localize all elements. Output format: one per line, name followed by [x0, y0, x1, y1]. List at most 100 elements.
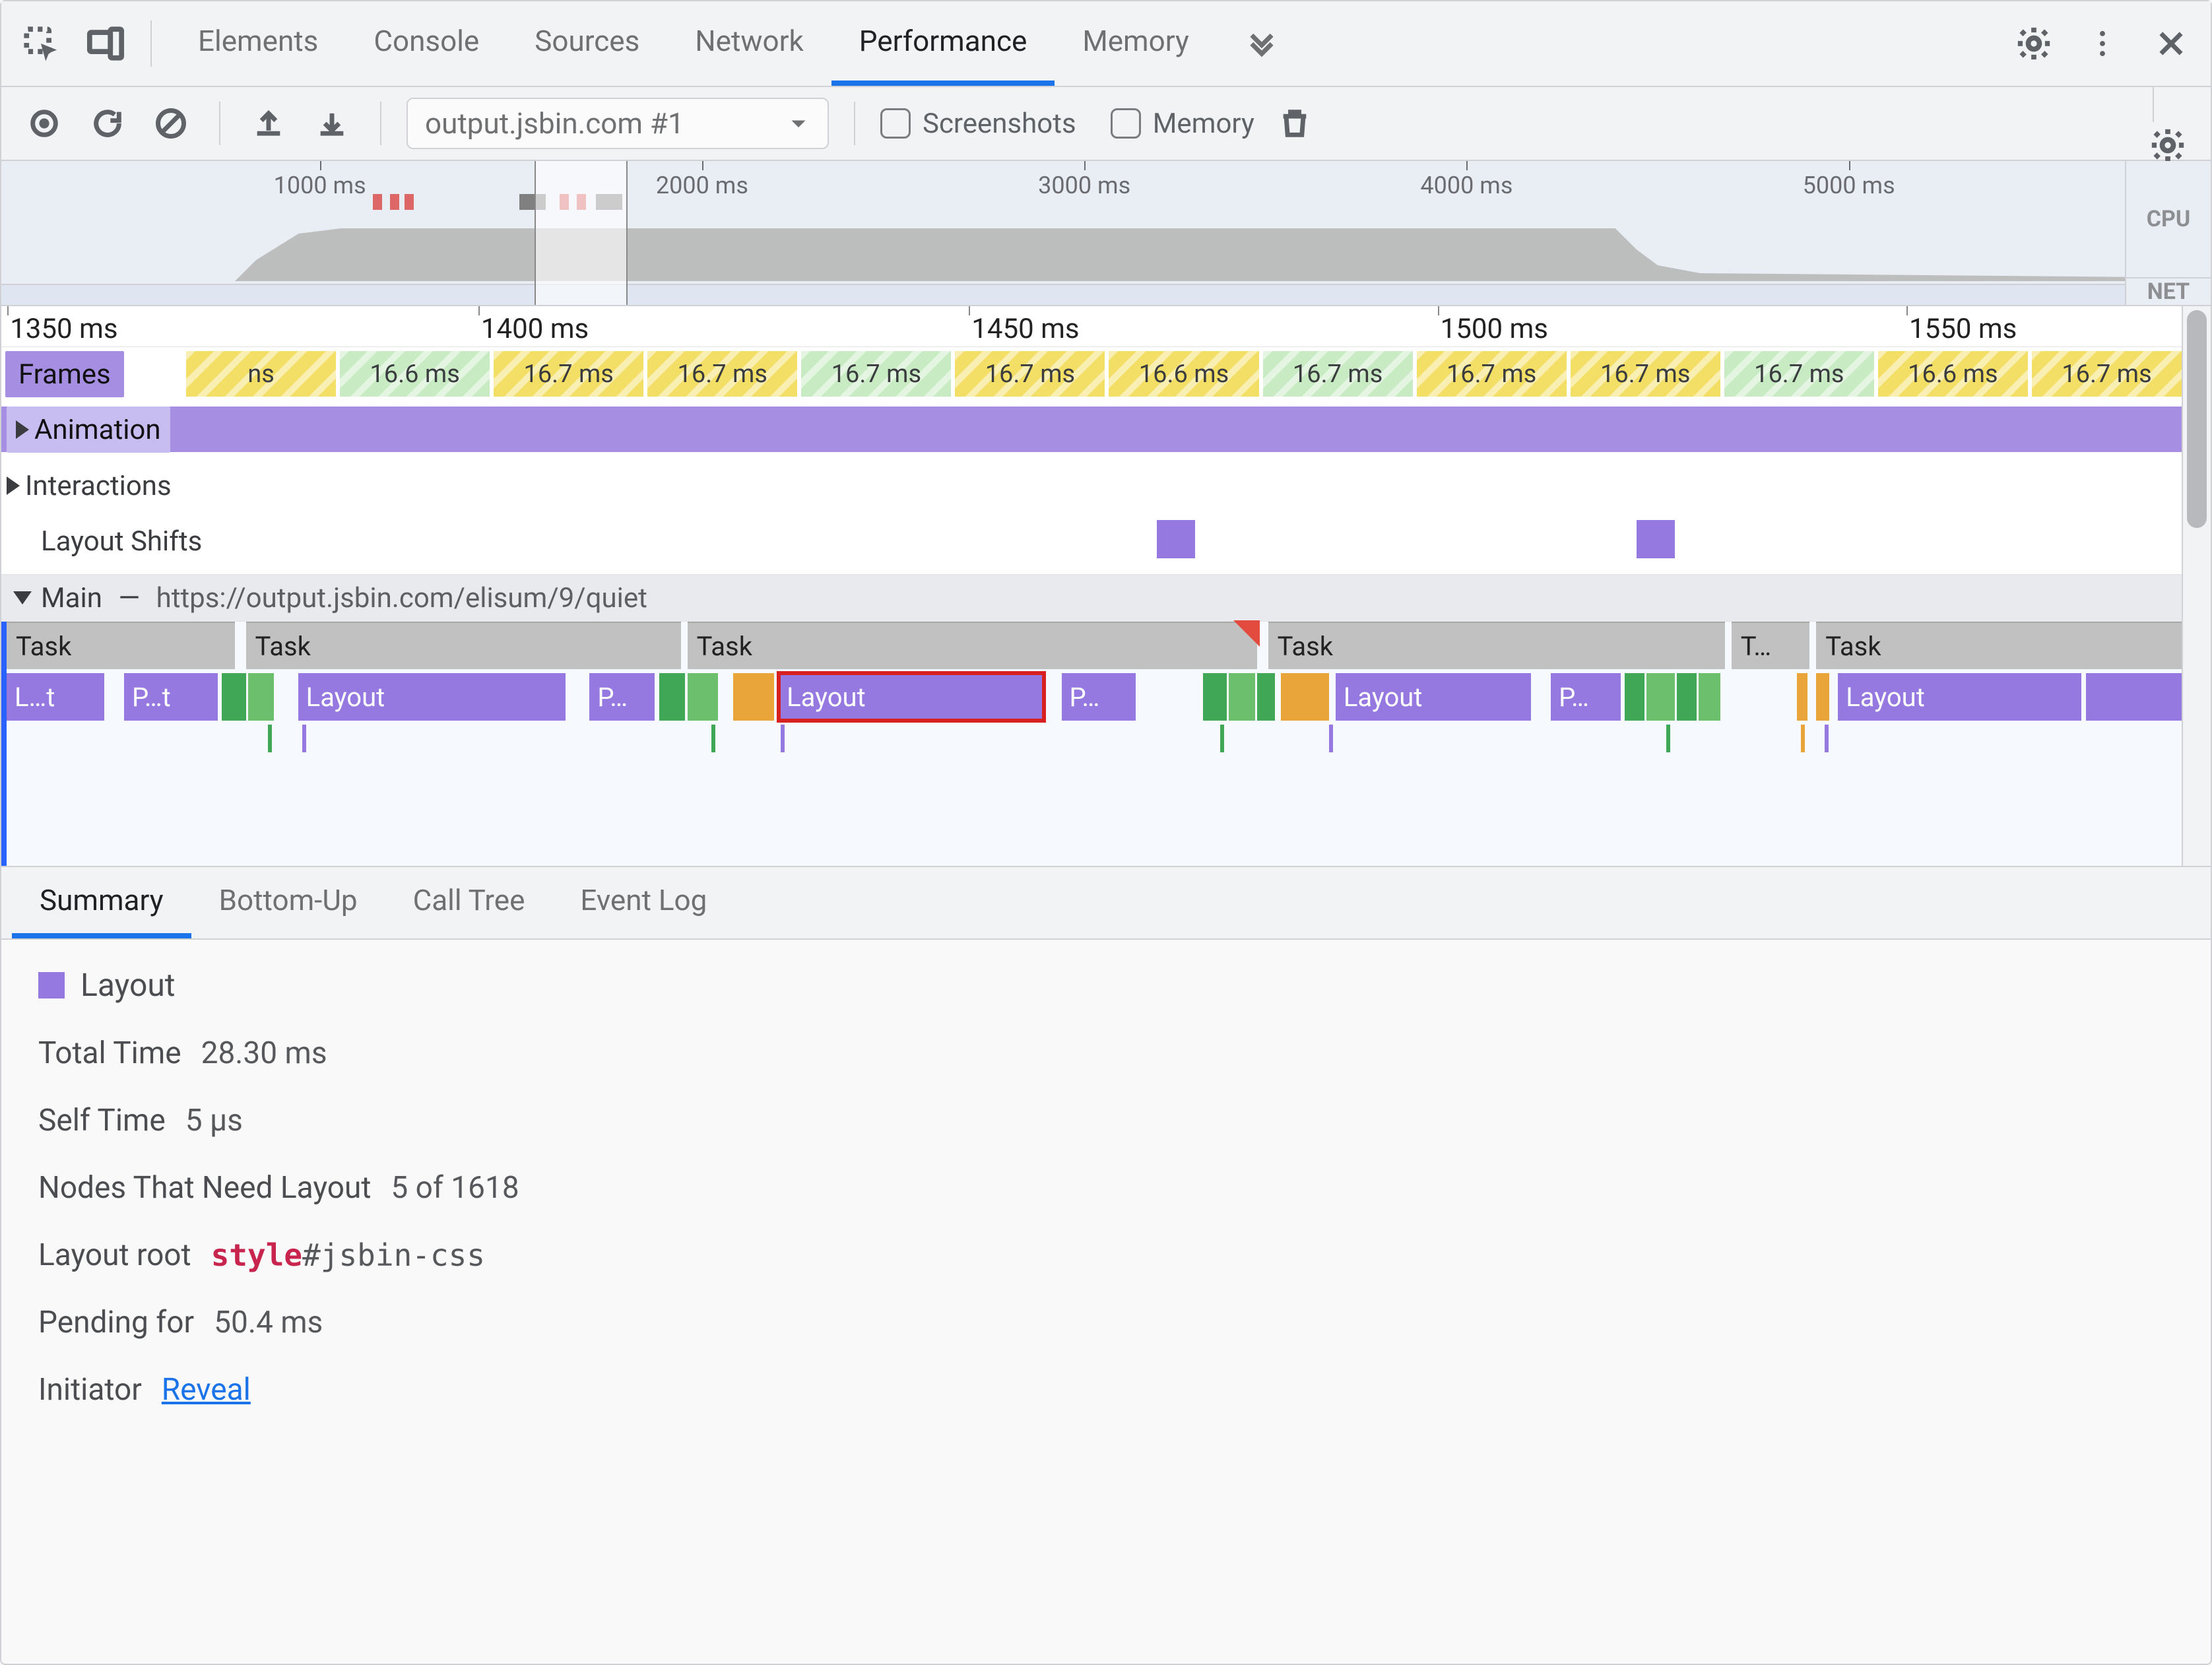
work-block[interactable]	[733, 673, 775, 721]
reveal-link[interactable]: Reveal	[162, 1372, 251, 1408]
recording-selector[interactable]: output.jsbin.com #1	[407, 98, 829, 149]
tab-performance[interactable]: Performance	[831, 1, 1055, 86]
device-toolbar-icon[interactable]	[79, 17, 132, 70]
close-icon[interactable]	[2145, 17, 2197, 70]
task-block[interactable]: Task	[246, 622, 681, 669]
animation-lane[interactable]: Animation	[1, 403, 2182, 458]
work-block[interactable]	[248, 673, 275, 721]
frame-cell[interactable]: ns	[186, 351, 336, 397]
tab-sources[interactable]: Sources	[507, 1, 667, 86]
work-block[interactable]: L…t	[7, 673, 104, 721]
download-icon[interactable]	[309, 100, 355, 147]
flame-stub[interactable]	[1666, 725, 1670, 752]
work-block[interactable]	[1677, 673, 1697, 721]
work-block[interactable]: Layout	[1336, 673, 1532, 721]
kv-nodes: Nodes That Need Layout 5 of 1618	[38, 1170, 2174, 1206]
upload-icon[interactable]	[245, 100, 292, 147]
record-icon[interactable]	[21, 100, 67, 147]
work-block[interactable]: Layout	[1838, 673, 2081, 721]
interactions-lane-header[interactable]: Interactions	[7, 463, 172, 508]
settings-icon[interactable]	[2007, 17, 2060, 70]
tab-memory[interactable]: Memory	[1055, 1, 1217, 86]
work-block[interactable]	[222, 673, 245, 721]
flame-stub[interactable]	[781, 725, 785, 752]
frame-cell[interactable]: 16.7 ms	[2032, 351, 2182, 397]
overview-window[interactable]	[535, 161, 628, 305]
work-block[interactable]	[1281, 673, 1329, 721]
frames-lane-header[interactable]: Frames	[5, 351, 124, 397]
work-block[interactable]	[1699, 673, 1720, 721]
trash-icon[interactable]	[1272, 100, 1318, 147]
flame-stub[interactable]	[1329, 725, 1333, 752]
work-block[interactable]: P…t	[124, 673, 218, 721]
main-thread-header[interactable]: Main — https://output.jsbin.com/elisum/9…	[1, 574, 2182, 622]
inspect-element-icon[interactable]	[15, 17, 67, 70]
tab-console[interactable]: Console	[346, 1, 507, 86]
layout-shifts-lane[interactable]: Layout Shifts	[1, 513, 2182, 574]
frame-cell[interactable]: 16.7 ms	[955, 351, 1105, 397]
frame-cell[interactable]: 16.7 ms	[801, 351, 951, 397]
animation-lane-header[interactable]: Animation	[7, 407, 170, 453]
task-block[interactable]: Task	[1816, 622, 2182, 669]
layout-shift-block[interactable]	[1157, 520, 1195, 558]
tab-overflow[interactable]	[1217, 1, 1307, 86]
flame-stub[interactable]	[711, 725, 715, 752]
frame-cell[interactable]: 16.6 ms	[1109, 351, 1258, 397]
tab-summary[interactable]: Summary	[12, 867, 191, 938]
overview-minimap[interactable]: 1000 ms 2000 ms 3000 ms 4000 ms 5000 ms …	[1, 161, 2211, 306]
flame-stub[interactable]	[1220, 725, 1224, 752]
work-block[interactable]	[659, 673, 686, 721]
task-block[interactable]: Task	[1268, 622, 1725, 669]
clear-icon[interactable]	[148, 100, 194, 147]
frame-cell[interactable]: 16.7 ms	[494, 351, 643, 397]
layout-shifts-lane-header[interactable]: Layout Shifts	[41, 519, 202, 564]
main-flamechart[interactable]: TaskTaskTaskTaskT…Task L…tP…tLayoutP…Lay…	[1, 622, 2182, 866]
layout-shift-block[interactable]	[1637, 520, 1675, 558]
frame-cell[interactable]: 16.6 ms	[1878, 351, 2028, 397]
work-block[interactable]: P…	[1551, 673, 1620, 721]
kebab-menu-icon[interactable]	[2076, 17, 2129, 70]
interactions-lane[interactable]: Interactions	[1, 458, 2182, 513]
overview-graph[interactable]: 1000 ms 2000 ms 3000 ms 4000 ms 5000 ms	[1, 161, 2125, 305]
flame-stub[interactable]	[1825, 725, 1829, 752]
timeline-main[interactable]: 1350 ms 1400 ms 1450 ms 1500 ms 1550 ms …	[1, 306, 2182, 866]
marker	[405, 194, 414, 210]
task-block[interactable]: T…	[1732, 622, 1810, 669]
work-block[interactable]	[1797, 673, 1807, 721]
work-block[interactable]	[1229, 673, 1255, 721]
work-block[interactable]	[688, 673, 718, 721]
work-block[interactable]	[1203, 673, 1227, 721]
flame-stub[interactable]	[302, 725, 306, 752]
work-block[interactable]: P…	[589, 673, 655, 721]
memory-checkbox[interactable]: Memory	[1111, 108, 1254, 140]
flame-stub[interactable]	[1801, 725, 1805, 752]
work-block[interactable]	[2086, 673, 2182, 721]
tab-network[interactable]: Network	[667, 1, 831, 86]
key: Pending for	[38, 1305, 194, 1340]
frames-lane[interactable]: Frames ns16.6 ms16.7 ms16.7 ms16.7 ms16.…	[1, 347, 2182, 403]
flame-stub[interactable]	[268, 725, 272, 752]
work-block[interactable]	[1646, 673, 1675, 721]
tab-bottom-up[interactable]: Bottom-Up	[191, 867, 385, 938]
work-block[interactable]	[1625, 673, 1644, 721]
frame-cell[interactable]: 16.6 ms	[340, 351, 490, 397]
tab-elements[interactable]: Elements	[170, 1, 346, 86]
frame-cell[interactable]: 16.7 ms	[647, 351, 797, 397]
frame-cell[interactable]: 16.7 ms	[1724, 351, 1874, 397]
tab-call-tree[interactable]: Call Tree	[385, 867, 553, 938]
work-block[interactable]	[1816, 673, 1829, 721]
work-block[interactable]: Layout	[298, 673, 566, 721]
task-block[interactable]: Task	[688, 622, 1258, 669]
selected-layout-block[interactable]: Layout	[779, 673, 1044, 721]
frame-cell[interactable]: 16.7 ms	[1571, 351, 1720, 397]
tab-event-log[interactable]: Event Log	[552, 867, 734, 938]
work-block[interactable]: P…	[1062, 673, 1136, 721]
task-block[interactable]: Task	[7, 622, 235, 669]
screenshots-checkbox[interactable]: Screenshots	[880, 108, 1076, 140]
frame-cell[interactable]: 16.7 ms	[1263, 351, 1413, 397]
scrollbar-thumb[interactable]	[2187, 310, 2207, 528]
frame-cell[interactable]: 16.7 ms	[1417, 351, 1567, 397]
work-block[interactable]	[1257, 673, 1274, 721]
reload-record-icon[interactable]	[84, 100, 131, 147]
timeline-scrollbar[interactable]	[2182, 306, 2211, 866]
